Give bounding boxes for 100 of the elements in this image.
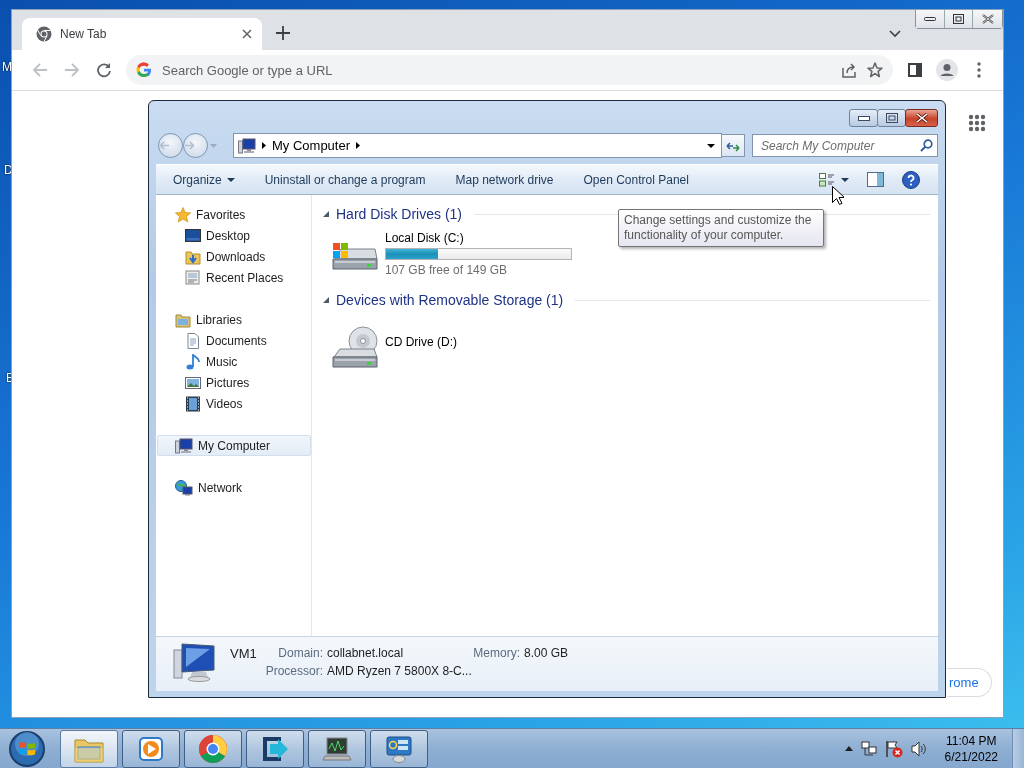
nav-item[interactable]: Documents	[157, 330, 311, 351]
close-button[interactable]	[905, 109, 938, 127]
new-tab-button[interactable]	[274, 24, 292, 42]
share-icon[interactable]	[841, 62, 857, 78]
folder-arrow-icon	[185, 248, 201, 265]
detail-value: collabnet.local	[327, 646, 405, 661]
document-icon	[185, 332, 201, 349]
taskbar-button[interactable]	[370, 729, 428, 768]
toolbar-command[interactable]: Map network drive	[446, 169, 563, 190]
monitor-icon	[322, 734, 352, 763]
refresh-button[interactable]	[721, 134, 745, 157]
computer-icon	[238, 137, 256, 154]
network-icon	[860, 740, 877, 757]
star-icon[interactable]	[867, 62, 883, 78]
restore-icon	[953, 14, 964, 24]
close-icon[interactable]	[242, 29, 252, 39]
computer-name: VM1	[230, 646, 258, 661]
caret-up-icon	[844, 746, 853, 751]
control-panel-icon	[384, 733, 414, 764]
minimize-icon	[857, 115, 870, 121]
close-button[interactable]	[972, 10, 1002, 28]
action-center-button[interactable]	[884, 739, 903, 758]
grid-icon	[968, 114, 986, 132]
toolbar-command[interactable]: Open Control Panel	[574, 169, 698, 190]
browser-tab[interactable]: New Tab	[22, 18, 262, 50]
nav-item[interactable]: Downloads	[157, 246, 311, 267]
nav-item[interactable]: Network	[157, 477, 311, 498]
search-icon	[920, 139, 933, 152]
film-icon	[185, 395, 201, 412]
group-header: Devices with Removable Storage (1)	[336, 292, 564, 308]
taskbar-button[interactable]	[122, 729, 180, 768]
group-header: Hard Disk Drives (1)	[336, 206, 462, 222]
nav-item[interactable]: Music	[157, 351, 311, 372]
plus-icon	[276, 26, 290, 40]
reload-icon	[96, 62, 112, 78]
restore-button[interactable]	[944, 10, 972, 28]
nav-item[interactable]: Desktop	[157, 225, 311, 246]
chrome-icon	[198, 733, 228, 764]
address-field[interactable]: My Computer	[233, 133, 722, 158]
taskbar-button[interactable]	[60, 729, 118, 768]
url-input[interactable]: Search Google or type a URL	[162, 62, 831, 78]
date-text: 6/21/2022	[944, 748, 998, 765]
customize-button[interactable]: rome	[947, 668, 992, 697]
search-box[interactable]: Search My Computer	[752, 134, 938, 157]
toolbar-command[interactable]: Uninstall or change a program	[255, 169, 435, 190]
chevron-right-icon	[262, 142, 266, 149]
drive-item[interactable]: Local Disk (C:) 107 GB free of 149 GB	[331, 229, 591, 277]
nav-item[interactable]: Videos	[157, 393, 311, 414]
toolbar-command[interactable]: Organize	[164, 169, 244, 190]
nav-item[interactable]: Recent Places	[157, 267, 311, 288]
nav-item[interactable]: Favorites	[157, 204, 311, 225]
tooltip: Change settings and customize the functionality of your computer.	[618, 209, 824, 247]
taskbar-button[interactable]	[308, 729, 366, 768]
clock[interactable]: 11:04 PM 6/21/2022	[944, 732, 998, 765]
google-g-icon	[136, 62, 152, 78]
taskbar-button[interactable]	[184, 729, 242, 768]
caret-icon	[707, 143, 715, 148]
show-desktop-button[interactable]	[1012, 728, 1024, 768]
detail-label: Domain:	[277, 646, 323, 661]
network-tray-button[interactable]	[860, 740, 877, 757]
maximize-button[interactable]	[877, 109, 906, 127]
drive-item[interactable]: CD Drive (D:)	[331, 319, 591, 371]
play-icon	[137, 734, 165, 763]
back-arrow-icon	[159, 141, 170, 150]
chrome-logo-icon	[36, 26, 52, 42]
tab-search-button[interactable]	[887, 28, 903, 40]
minimize-button[interactable]	[849, 109, 878, 127]
speaker-icon	[910, 740, 927, 757]
taskbar-button[interactable]	[246, 729, 304, 768]
detail-label: Memory:	[472, 646, 520, 661]
music-note-icon	[185, 353, 201, 370]
detail-label: Processor:	[264, 664, 323, 678]
minimize-button[interactable]	[916, 10, 944, 28]
volume-button[interactable]	[910, 740, 927, 757]
nav-item[interactable]: Pictures	[157, 372, 311, 393]
free-space-text: 107 GB free of 149 GB	[385, 263, 509, 277]
apps-button[interactable]	[968, 114, 986, 132]
nav-item[interactable]: Libraries	[157, 309, 311, 330]
close-icon	[915, 113, 928, 123]
address-bar[interactable]: Search Google or type a URL	[126, 55, 893, 85]
star-icon	[175, 206, 191, 223]
chevron-right-icon	[356, 142, 361, 149]
forward-arrow-icon	[184, 141, 195, 150]
caret-icon	[226, 177, 235, 182]
library-icon	[175, 311, 191, 328]
drive-name: Local Disk (C:)	[385, 231, 465, 245]
flag-error-icon	[884, 739, 903, 758]
breadcrumb[interactable]: My Computer	[272, 138, 351, 153]
recent-places-icon	[185, 269, 201, 286]
picture-icon	[185, 374, 201, 391]
time-text: 11:04 PM	[946, 732, 997, 749]
computer-icon	[175, 437, 193, 454]
back-arrow-icon	[32, 62, 48, 78]
drive-name: CD Drive (D:)	[385, 335, 457, 349]
show-hidden-icons-button[interactable]	[844, 746, 853, 751]
minimize-icon	[924, 16, 936, 22]
person-icon	[936, 59, 958, 81]
nav-item[interactable]: My Computer	[157, 435, 311, 456]
windows-orb-icon	[8, 729, 46, 768]
maximize-icon	[885, 113, 898, 123]
